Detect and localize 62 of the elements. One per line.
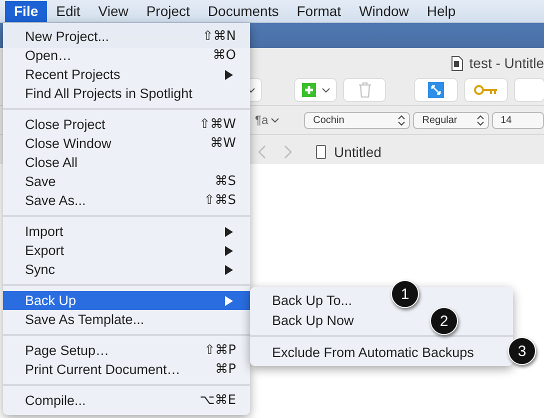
menu-item[interactable]: Save As Template... [3,310,250,329]
menu-bar-item[interactable]: Documents [198,0,288,22]
menu-item[interactable]: Close All [3,153,250,172]
document-icon [451,56,464,70]
menu-item[interactable]: Save ⌘S [3,172,250,191]
menu-item[interactable]: Open… ⌘O [3,46,250,65]
shortcut-text: ⇧⌘N [202,29,236,44]
shortcut-text: ⌘S [214,174,236,189]
menu-item[interactable]: New Project... ⇧⌘N [3,27,250,46]
stepper-icon [398,114,406,126]
shortcut-text: ⇧⌘S [204,193,236,208]
menu-bar-item[interactable]: Window [350,0,418,22]
menu-item[interactable]: Recent Projects [3,65,250,84]
submenu-arrow-icon [225,70,233,80]
menu-item[interactable]: Export [3,241,250,260]
menu-item[interactable]: Back Up [3,291,250,310]
chevron-down-icon [271,118,280,122]
plus-icon [302,83,316,97]
submenu-arrow-icon [225,296,233,306]
window-title: test - Untitle [469,55,544,71]
document-name: Untitled [334,144,382,160]
menu-item[interactable]: Save As... ⇧⌘S [3,191,250,210]
menu-item[interactable]: Compile... ⌥⌘E [3,391,250,410]
shortcut-text: ⌥⌘E [200,393,236,408]
trash-icon [358,82,372,98]
menu-bar-item[interactable]: View [89,0,138,22]
style-popup[interactable]: Regular [413,112,489,128]
shortcut-text: ⇧⌘P [204,343,236,358]
toolbar-button[interactable] [514,79,544,101]
chevron-down-icon [322,88,330,92]
shortcut-text: ⇧⌘W [199,117,236,132]
menu-bar-item[interactable]: Format [288,0,350,22]
menu-item[interactable]: Page Setup… ⇧⌘P [3,341,250,360]
expand-icon [428,82,444,98]
menu-item[interactable]: Back Up Now [272,312,354,328]
font-size-field[interactable]: 14 [492,112,544,128]
add-button[interactable] [295,79,336,101]
stepper-icon [476,114,484,126]
expand-button[interactable] [415,79,457,101]
key-button[interactable] [464,79,507,101]
menu-item[interactable]: Close Window ⌘W [3,134,250,153]
shortcut-text: ⌘P [215,362,236,377]
menu-item[interactable]: Print Current Document… ⌘P [3,360,250,379]
menu-bar-item[interactable]: File [5,0,48,22]
shortcut-text: ⌘W [210,136,236,151]
menu-item[interactable]: Exclude From Automatic Backups [272,344,474,360]
forward-icon[interactable] [284,145,292,159]
menu-bar-item[interactable]: Edit [47,0,90,22]
menu-bar-item[interactable]: Help [418,0,465,22]
menu-item[interactable]: Sync [3,260,250,279]
menu-bar-item[interactable]: Project [137,0,199,22]
menu-item[interactable]: Find All Projects in Spotlight [3,84,250,103]
document-icon [316,145,326,159]
back-icon[interactable] [258,145,266,159]
menu-item[interactable]: Close Project ⇧⌘W [3,115,250,134]
shortcut-text: ⌘O [212,48,236,63]
paragraph-style-button[interactable]: ¶a [255,113,280,127]
font-popup[interactable]: Cochin [304,112,410,128]
key-icon [474,84,498,96]
menu-item[interactable]: Import [3,222,250,241]
menu-item[interactable]: Back Up To... [272,292,352,308]
trash-button[interactable] [344,79,386,101]
